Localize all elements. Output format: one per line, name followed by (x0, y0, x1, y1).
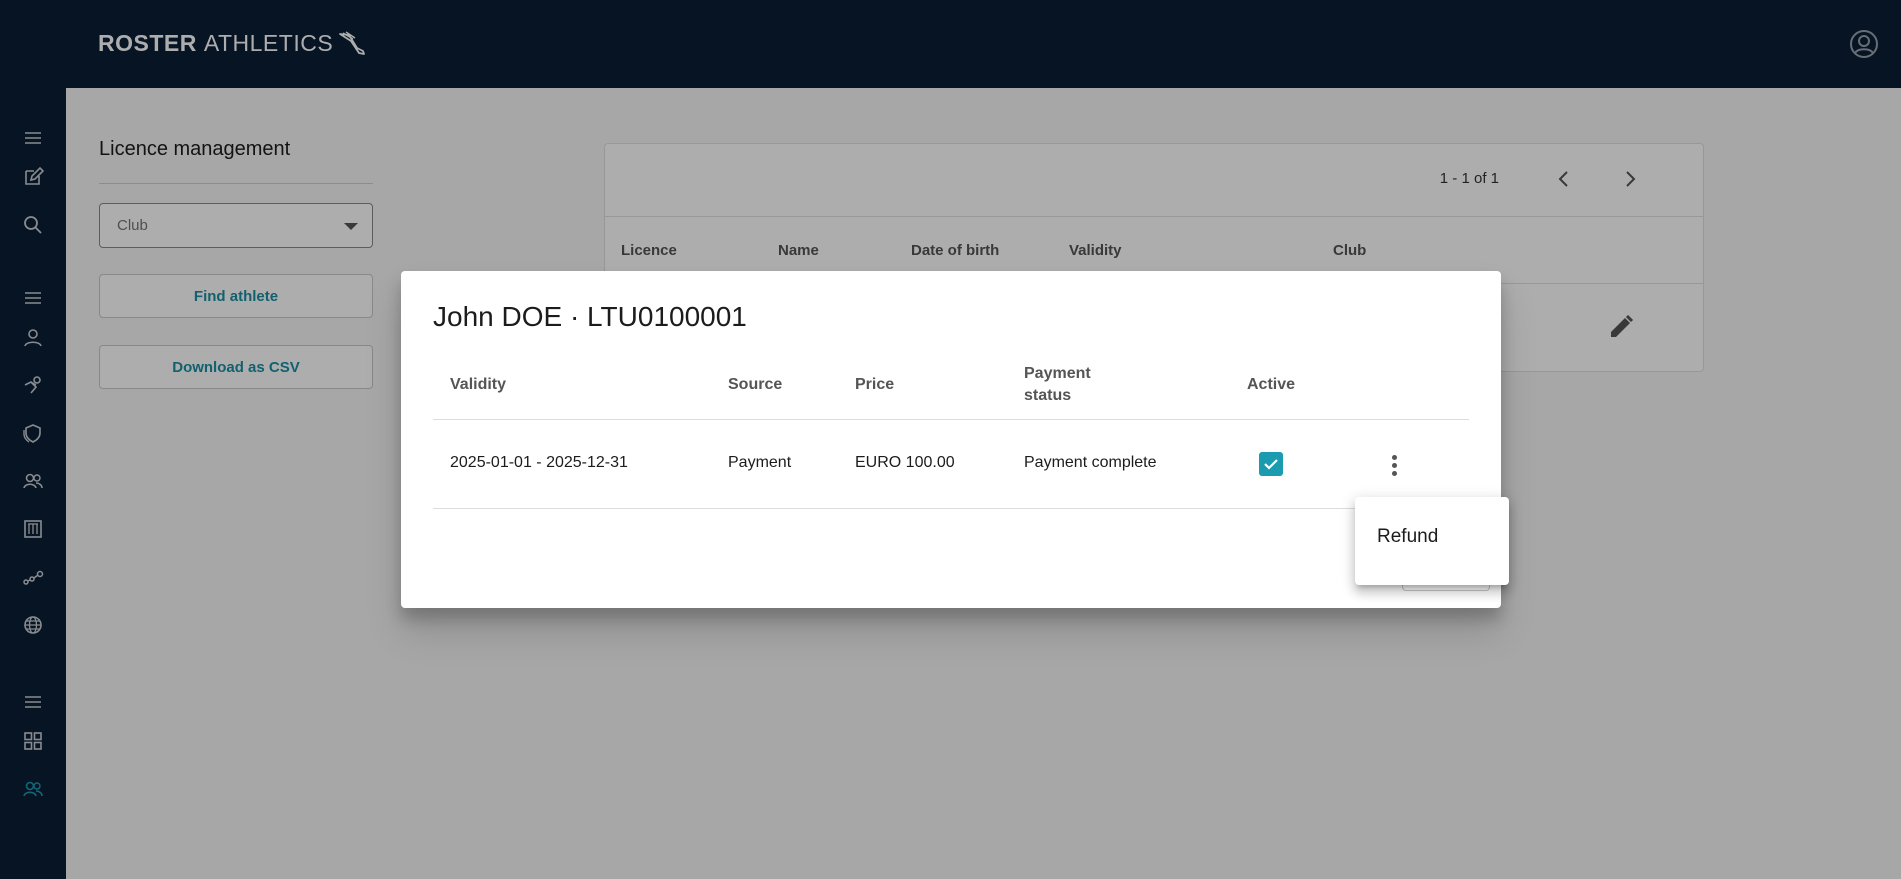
cell-source: Payment (728, 454, 792, 471)
menu-item-refund[interactable]: Refund (1355, 517, 1509, 557)
cell-payment-status: Payment complete (1024, 454, 1157, 471)
divider (433, 508, 1469, 509)
column-header-active: Active (1247, 376, 1296, 393)
dialog-title: John DOE · LTU0100001 (433, 301, 747, 332)
header-line: status (1024, 387, 1072, 404)
cell-validity: 2025-01-01 - 2025-12-31 (450, 454, 628, 471)
divider (433, 419, 1469, 420)
column-header-source: Source (728, 376, 783, 393)
check-icon (1264, 459, 1278, 470)
column-header-payment-status: Payment status (1024, 363, 1091, 407)
more-vert-icon[interactable] (1377, 450, 1411, 480)
column-header-validity: Validity (450, 376, 507, 393)
cell-price: EURO 100.00 (855, 454, 955, 471)
licence-dialog: John DOE · LTU0100001 Validity Source Pr… (401, 271, 1501, 608)
header-line: Payment (1024, 365, 1091, 382)
row-actions-menu: Refund (1355, 497, 1509, 585)
active-checkbox[interactable] (1259, 452, 1283, 476)
column-header-price: Price (855, 376, 895, 393)
